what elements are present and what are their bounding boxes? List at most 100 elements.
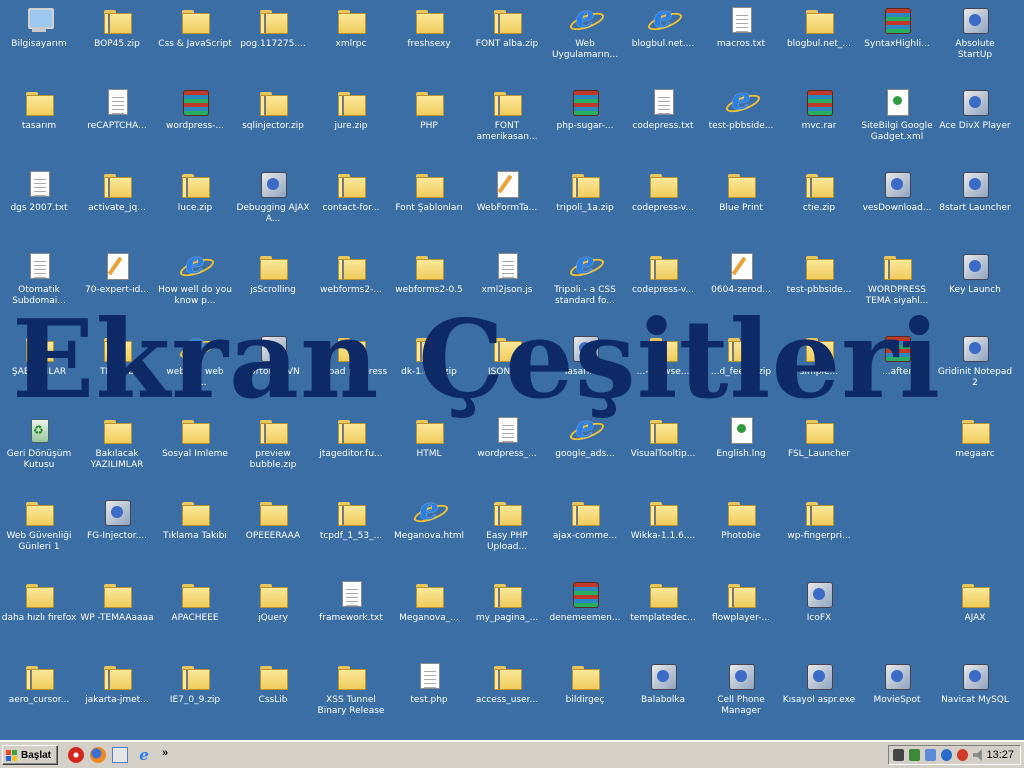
- desktop-icon[interactable]: wordpress-...: [156, 86, 234, 132]
- desktop-icon[interactable]: Ace DivX Player: [936, 86, 1014, 132]
- desktop-icon[interactable]: test-pbbside...: [702, 84, 780, 132]
- desktop-icon[interactable]: my_pagina_...: [468, 578, 546, 624]
- desktop-icon[interactable]: codepress-v...: [624, 168, 702, 214]
- desktop-icon[interactable]: codepress.txt: [624, 86, 702, 132]
- desktop-icon[interactable]: JSON.zip: [468, 332, 546, 378]
- desktop-icon[interactable]: Css & JavaScript: [156, 4, 234, 50]
- desktop-icon[interactable]: Easy PHP Upload...: [468, 496, 546, 553]
- desktop-icon[interactable]: jsScrolling: [234, 250, 312, 296]
- desktop-icon[interactable]: IE7_0_9.zip: [156, 660, 234, 706]
- desktop-icon[interactable]: blogbul.net....: [624, 2, 702, 50]
- desktop-icon[interactable]: FONT alba.zip: [468, 4, 546, 50]
- desktop-icon[interactable]: Bilgisayarım: [0, 4, 78, 50]
- flash-icon[interactable]: [68, 747, 84, 763]
- desktop-icon[interactable]: WORDPRESS TEMA siyahl...: [858, 250, 936, 307]
- desktop-icon[interactable]: SiteBilgi Google Gadget.xml: [858, 86, 936, 143]
- desktop-icon[interactable]: activate_jq...: [78, 168, 156, 214]
- desktop-icon[interactable]: simple...: [780, 332, 858, 378]
- desktop-icon[interactable]: jQuery: [234, 578, 312, 624]
- desktop-icon[interactable]: jtageditor.fu...: [312, 414, 390, 460]
- desktop-icon[interactable]: sqlinjector.zip: [234, 86, 312, 132]
- desktop-icon[interactable]: framework.txt: [312, 578, 390, 624]
- desktop-icon[interactable]: Kısayol aspr.exe: [780, 660, 858, 706]
- desktop-icon[interactable]: Meganova.html: [390, 494, 468, 542]
- desktop-icon[interactable]: Font Şablonları: [390, 168, 468, 214]
- desktop-icon[interactable]: 70-expert-id...: [78, 250, 156, 296]
- desktop-icon[interactable]: Tasarım...: [546, 332, 624, 378]
- app-tray-icon[interactable]: [909, 749, 920, 761]
- desktop-icon[interactable]: pog.117275....: [234, 4, 312, 50]
- display-icon[interactable]: [925, 749, 936, 761]
- desktop-icon[interactable]: ctie.zip: [780, 168, 858, 214]
- desktop-icon[interactable]: Sosyal İmleme: [156, 414, 234, 460]
- desktop-icon[interactable]: xml2json.js: [468, 250, 546, 296]
- desktop-icon[interactable]: web 2.0 web 3.0...: [156, 330, 234, 389]
- desktop-icon[interactable]: webforms2-...: [312, 250, 390, 296]
- desktop-icon[interactable]: Gridinit Notepad 2: [936, 332, 1014, 389]
- desktop-icon[interactable]: xmlrpc: [312, 4, 390, 50]
- desktop-icon[interactable]: luce.zip: [156, 168, 234, 214]
- ie-icon[interactable]: e: [136, 747, 152, 763]
- desktop-icon[interactable]: webforms2-0.5: [390, 250, 468, 296]
- desktop-icon[interactable]: How well do you know p...: [156, 248, 234, 307]
- desktop-icon[interactable]: Key Launch: [936, 250, 1014, 296]
- desktop-icon[interactable]: jakarta-jmet...: [78, 660, 156, 706]
- desktop-icon[interactable]: 0604-zerod...: [702, 250, 780, 296]
- desktop-icon[interactable]: daha hızlı firefox: [0, 578, 78, 624]
- desktop-icon[interactable]: Navicat MySQL: [936, 660, 1014, 706]
- desktop-icon[interactable]: FSL_Launcher: [780, 414, 858, 460]
- desktop-icon[interactable]: CssLib: [234, 660, 312, 706]
- desktop-icon[interactable]: BOP45.zip: [78, 4, 156, 50]
- volume-icon[interactable]: [973, 749, 982, 761]
- desktop-icon[interactable]: dgs 2007.txt: [0, 168, 78, 214]
- desktop-icon[interactable]: APACHEEE: [156, 578, 234, 624]
- desktop-icon[interactable]: dk-1.0b3.zip: [390, 332, 468, 378]
- desktop-icon[interactable]: AJAX: [936, 578, 1014, 624]
- desktop-icon[interactable]: tasarım: [0, 86, 78, 132]
- desktop-icon[interactable]: tripoli_1a.zip: [546, 168, 624, 214]
- desktop-icon[interactable]: Geri Dönüşüm Kutusu: [0, 414, 78, 471]
- desktop-icon[interactable]: Balabolka: [624, 660, 702, 706]
- desktop-icon[interactable]: ...d_feed...zip: [702, 332, 780, 378]
- desktop-icon[interactable]: Otomatik Subdomai...: [0, 250, 78, 307]
- desktop-icon[interactable]: vesDownload...: [858, 168, 936, 214]
- desktop-icon[interactable]: Web Uygulamarın...: [546, 2, 624, 61]
- desktop-icon[interactable]: freshsexy: [390, 4, 468, 50]
- desktop-icon[interactable]: VisualTooltip...: [624, 414, 702, 460]
- network-icon[interactable]: [893, 749, 904, 761]
- desktop-icon[interactable]: ŞABLONLAR: [0, 332, 78, 378]
- desktop-icon[interactable]: wp-fingerpri...: [780, 496, 858, 542]
- start-button[interactable]: Başlat: [2, 745, 58, 765]
- desktop-icon[interactable]: Meganova_...: [390, 578, 468, 624]
- desktop-icon[interactable]: Blue Print: [702, 168, 780, 214]
- desktop-icon[interactable]: HTML: [390, 414, 468, 460]
- desktop-icon[interactable]: google_ads...: [546, 412, 624, 460]
- desktop-icon[interactable]: preview bubble.zip: [234, 414, 312, 471]
- shield-icon[interactable]: [941, 749, 952, 761]
- desktop-icon[interactable]: aero_cursor...: [0, 660, 78, 706]
- desktop-icon[interactable]: Cell Phone Manager: [702, 660, 780, 717]
- desktop-icon[interactable]: templatedec...: [624, 578, 702, 624]
- desktop-icon[interactable]: Absolute StartUp: [936, 4, 1014, 61]
- desktop-icon[interactable]: IcoFX: [780, 578, 858, 624]
- desktop-icon[interactable]: ajax-comme...: [546, 496, 624, 542]
- desktop-icon[interactable]: WP -TEMAAaaaa: [78, 578, 156, 624]
- antivirus-icon[interactable]: [957, 749, 968, 761]
- desktop-icon[interactable]: Bakılacak YAZILIMLAR: [78, 414, 156, 471]
- desktop-icon[interactable]: Photobie: [702, 496, 780, 542]
- desktop-icon[interactable]: megaarc: [936, 414, 1014, 460]
- desktop-icon[interactable]: jure.zip: [312, 86, 390, 132]
- desktop-icon[interactable]: test-pbbside...: [780, 250, 858, 296]
- desktop-icon[interactable]: PHP: [390, 86, 468, 132]
- desktop-icon[interactable]: denemeemen...: [546, 578, 624, 624]
- desktop-icon[interactable]: tcpdf_1_53_...: [312, 496, 390, 542]
- desktop-icon[interactable]: Wikka-1.1.6....: [624, 496, 702, 542]
- desktop-icon[interactable]: test.php: [390, 660, 468, 706]
- desktop-icon[interactable]: Tripoli - a CSS standard fo...: [546, 248, 624, 307]
- desktop-icon[interactable]: ...after: [858, 332, 936, 378]
- desktop-icon[interactable]: XSS Tunnel Binary Release: [312, 660, 390, 717]
- desktop-icon[interactable]: SyntaxHighli...: [858, 4, 936, 50]
- firefox-icon[interactable]: [90, 747, 106, 763]
- desktop-icon[interactable]: FG-Injector....: [78, 496, 156, 542]
- desktop-icon[interactable]: ...-browse...: [624, 332, 702, 378]
